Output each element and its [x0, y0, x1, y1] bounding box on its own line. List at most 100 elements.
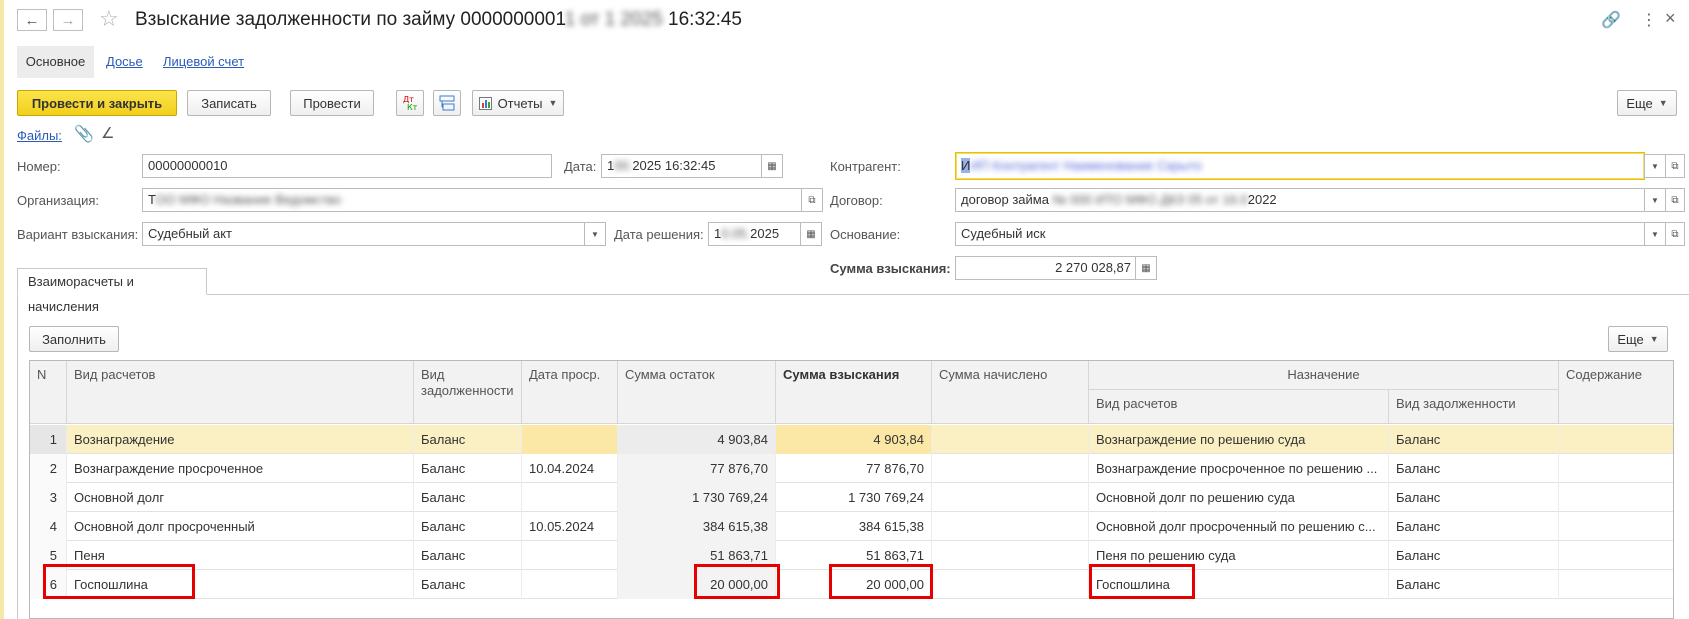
cell-content[interactable]: [1559, 512, 1673, 541]
header-purpose-kind[interactable]: Вид расчетов: [1089, 390, 1389, 424]
header-n[interactable]: N: [30, 361, 67, 424]
counterparty-open-button[interactable]: ⧉: [1665, 154, 1685, 178]
reports-dropdown[interactable]: Отчеты ▼: [472, 90, 564, 116]
cell-recovery[interactable]: 384 615,38: [776, 512, 932, 541]
cell-balance[interactable]: 384 615,38: [618, 512, 776, 541]
table-more-button[interactable]: Еще ▼: [1608, 326, 1668, 352]
cell-recovery[interactable]: 77 876,70: [776, 454, 932, 483]
cell-kind[interactable]: Вознаграждение: [67, 425, 414, 454]
files-link[interactable]: Файлы:: [17, 128, 62, 143]
table-row[interactable]: 3 Основной долг Баланс 1 730 769,24 1 730 76…: [30, 483, 1673, 512]
basis-field[interactable]: Судебный иск: [955, 222, 1645, 246]
cell-date[interactable]: [522, 483, 618, 512]
paperclip-icon[interactable]: 📎: [74, 124, 94, 144]
basis-dropdown-button[interactable]: ▼: [1644, 222, 1666, 246]
cell-p-kind[interactable]: Основной долг по решению суда: [1089, 483, 1389, 512]
more-vertical-icon[interactable]: ⋮: [1641, 10, 1657, 30]
table-row[interactable]: 4 Основной долг просроченный Баланс 10.05.2…: [30, 512, 1673, 541]
header-kind[interactable]: Вид расчетов: [67, 361, 414, 424]
cell-debt[interactable]: Баланс: [414, 483, 522, 512]
cell-date[interactable]: 10.05.2024: [522, 512, 618, 541]
cell-p-kind[interactable]: Основной долг просроченный по решению с.…: [1089, 512, 1389, 541]
cell-n[interactable]: 1: [30, 425, 67, 454]
cell-debt[interactable]: Баланс: [414, 425, 522, 454]
header-purpose[interactable]: Назначение: [1089, 361, 1559, 390]
cell-date[interactable]: 10.04.2024: [522, 454, 618, 483]
post-and-close-button[interactable]: Провести и закрыть: [17, 90, 177, 116]
cell-n[interactable]: 3: [30, 483, 67, 512]
cell-debt[interactable]: Баланс: [414, 454, 522, 483]
signature-icon[interactable]: ∠: [101, 124, 114, 142]
cell-accrued[interactable]: [932, 483, 1089, 512]
cell-p-debt[interactable]: Баланс: [1389, 483, 1559, 512]
cell-kind[interactable]: Основной долг: [67, 483, 414, 512]
cell-recovery[interactable]: 4 903,84: [776, 425, 932, 454]
cell-debt[interactable]: Баланс: [414, 512, 522, 541]
decision-date-field[interactable]: 10.05.2025: [708, 222, 802, 246]
cell-p-debt[interactable]: Баланс: [1389, 454, 1559, 483]
favorite-star-icon[interactable]: ☆: [99, 6, 119, 32]
contract-dropdown-button[interactable]: ▼: [1644, 188, 1666, 212]
cell-accrued[interactable]: [932, 541, 1089, 570]
date-field[interactable]: 100.2025 16:32:45: [601, 154, 763, 178]
cell-p-debt[interactable]: Баланс: [1389, 425, 1559, 454]
cell-content[interactable]: [1559, 454, 1673, 483]
variant-dropdown-button[interactable]: ▼: [584, 222, 606, 246]
cell-debt[interactable]: Баланс: [414, 541, 522, 570]
cell-n[interactable]: 4: [30, 512, 67, 541]
structure-button[interactable]: [433, 90, 461, 116]
header-overdue-date[interactable]: Дата проср.: [522, 361, 618, 424]
decision-calendar-button[interactable]: ▦: [800, 222, 822, 246]
table-row[interactable]: 1 Вознаграждение Баланс 4 903,84 4 903,84 Воз…: [30, 425, 1673, 454]
cell-n[interactable]: 2: [30, 454, 67, 483]
cell-balance[interactable]: 77 876,70: [618, 454, 776, 483]
cell-balance[interactable]: 4 903,84: [618, 425, 776, 454]
cell-accrued[interactable]: [932, 454, 1089, 483]
fill-button[interactable]: Заполнить: [29, 326, 119, 352]
cell-p-debt[interactable]: Баланс: [1389, 570, 1559, 599]
tab-main[interactable]: Основное: [17, 46, 94, 78]
cell-date[interactable]: [522, 425, 618, 454]
cell-p-kind[interactable]: Вознаграждение просроченное по решению .…: [1089, 454, 1389, 483]
counterparty-field[interactable]: ИИП Контрагент Наименование Скрыто: [955, 152, 1645, 180]
back-button[interactable]: ←: [17, 9, 47, 31]
contract-open-button[interactable]: ⧉: [1665, 188, 1685, 212]
cell-content[interactable]: [1559, 570, 1673, 599]
cell-debt[interactable]: Баланс: [414, 570, 522, 599]
save-button[interactable]: Записать: [187, 90, 271, 116]
cell-kind[interactable]: Основной долг просроченный: [67, 512, 414, 541]
forward-button[interactable]: →: [53, 9, 83, 31]
cell-content[interactable]: [1559, 541, 1673, 570]
cell-date[interactable]: [522, 570, 618, 599]
calculator-button[interactable]: ▦: [1135, 256, 1157, 280]
cell-accrued[interactable]: [932, 512, 1089, 541]
number-field[interactable]: 00000000010: [142, 154, 552, 178]
header-recovery[interactable]: Сумма взыскания: [776, 361, 932, 424]
cell-p-debt[interactable]: Баланс: [1389, 512, 1559, 541]
cell-accrued[interactable]: [932, 425, 1089, 454]
tab-personal-account[interactable]: Лицевой счет: [163, 46, 244, 78]
cell-recovery[interactable]: 1 730 769,24: [776, 483, 932, 512]
post-button[interactable]: Провести: [290, 90, 374, 116]
cell-date[interactable]: [522, 541, 618, 570]
more-button[interactable]: Еще ▼: [1617, 90, 1677, 116]
tab-dossier[interactable]: Досье: [106, 46, 143, 78]
contract-field[interactable]: договор займа № 000 ИТО МФО ДКЗ 05 от 16…: [955, 188, 1645, 212]
amount-field[interactable]: 2 270 028,87: [955, 256, 1137, 280]
header-purpose-debt[interactable]: Вид задолженности: [1389, 390, 1559, 424]
table-row[interactable]: 2 Вознаграждение просроченное Баланс 10.04.…: [30, 454, 1673, 483]
cell-p-debt[interactable]: Баланс: [1389, 541, 1559, 570]
basis-open-button[interactable]: ⧉: [1665, 222, 1685, 246]
calendar-button[interactable]: ▦: [761, 154, 783, 178]
cell-kind[interactable]: Вознаграждение просроченное: [67, 454, 414, 483]
cell-balance[interactable]: 1 730 769,24: [618, 483, 776, 512]
header-debt-kind[interactable]: Вид задолженности: [414, 361, 522, 424]
cell-accrued[interactable]: [932, 570, 1089, 599]
variant-select[interactable]: Судебный акт: [142, 222, 586, 246]
cell-p-kind[interactable]: Вознаграждение по решению суда: [1089, 425, 1389, 454]
counterparty-dropdown-button[interactable]: ▼: [1644, 154, 1666, 178]
header-balance[interactable]: Сумма остаток: [618, 361, 776, 424]
organization-field[interactable]: ТОО МФО Название Ведомство: [142, 188, 802, 212]
close-icon[interactable]: ×: [1665, 8, 1676, 29]
tab-settlements[interactable]: Взаиморасчеты и начисления: [17, 268, 207, 314]
